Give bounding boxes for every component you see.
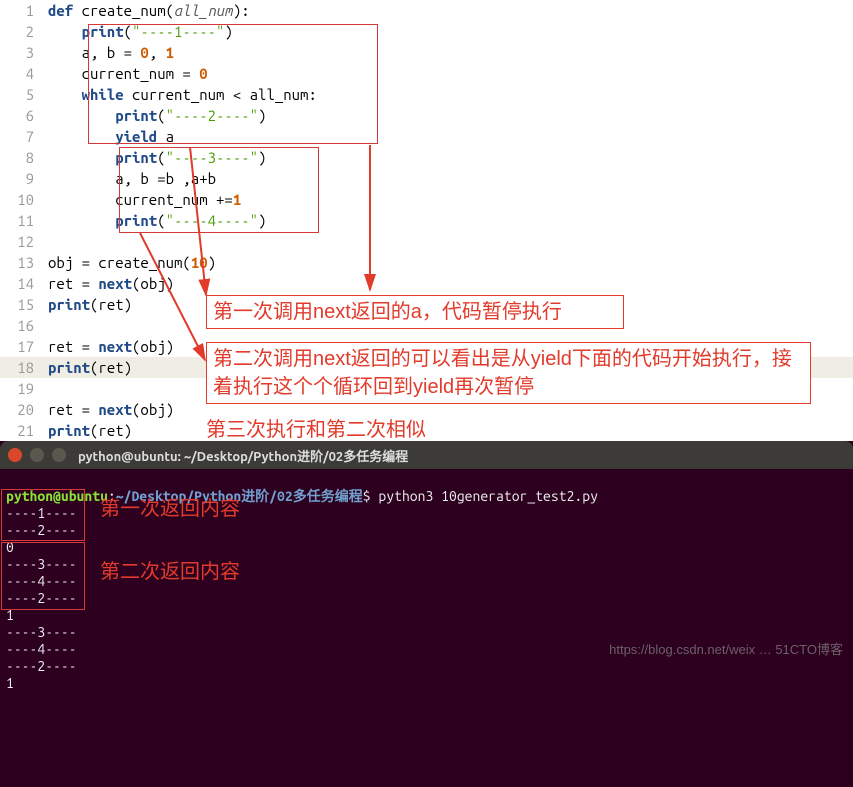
close-icon[interactable]	[8, 448, 22, 462]
terminal-body[interactable]: python@ubuntu:~/Desktop/Python进阶/02多任务编程…	[0, 469, 853, 787]
terminal-titlebar: python@ubuntu: ~/Desktop/Python进阶/02多任务编…	[0, 441, 853, 469]
code-editor: 1def create_num(all_num): 2 print("----1…	[0, 0, 853, 441]
terminal-annotation-1: 第一次返回内容	[100, 501, 240, 518]
minimize-icon[interactable]	[30, 448, 44, 462]
annotation-3: 第三次执行和第二次相似	[206, 416, 426, 444]
annotation-2: 第二次调用next返回的可以看出是从yield下面的代码开始执行，接着执行这个个…	[206, 342, 811, 404]
terminal-title: python@ubuntu: ~/Desktop/Python进阶/02多任务编…	[78, 446, 408, 465]
terminal-highlight-2	[1, 542, 85, 610]
watermark: https://blog.csdn.net/weix … 51CTO博客	[609, 639, 843, 658]
terminal-annotation-2: 第二次返回内容	[100, 564, 240, 581]
line-number: 1	[0, 0, 48, 21]
maximize-icon[interactable]	[52, 448, 66, 462]
annotation-1: 第一次调用next返回的a，代码暂停执行	[206, 295, 624, 329]
terminal-highlight-1	[1, 489, 85, 541]
terminal-window: python@ubuntu: ~/Desktop/Python进阶/02多任务编…	[0, 441, 853, 787]
